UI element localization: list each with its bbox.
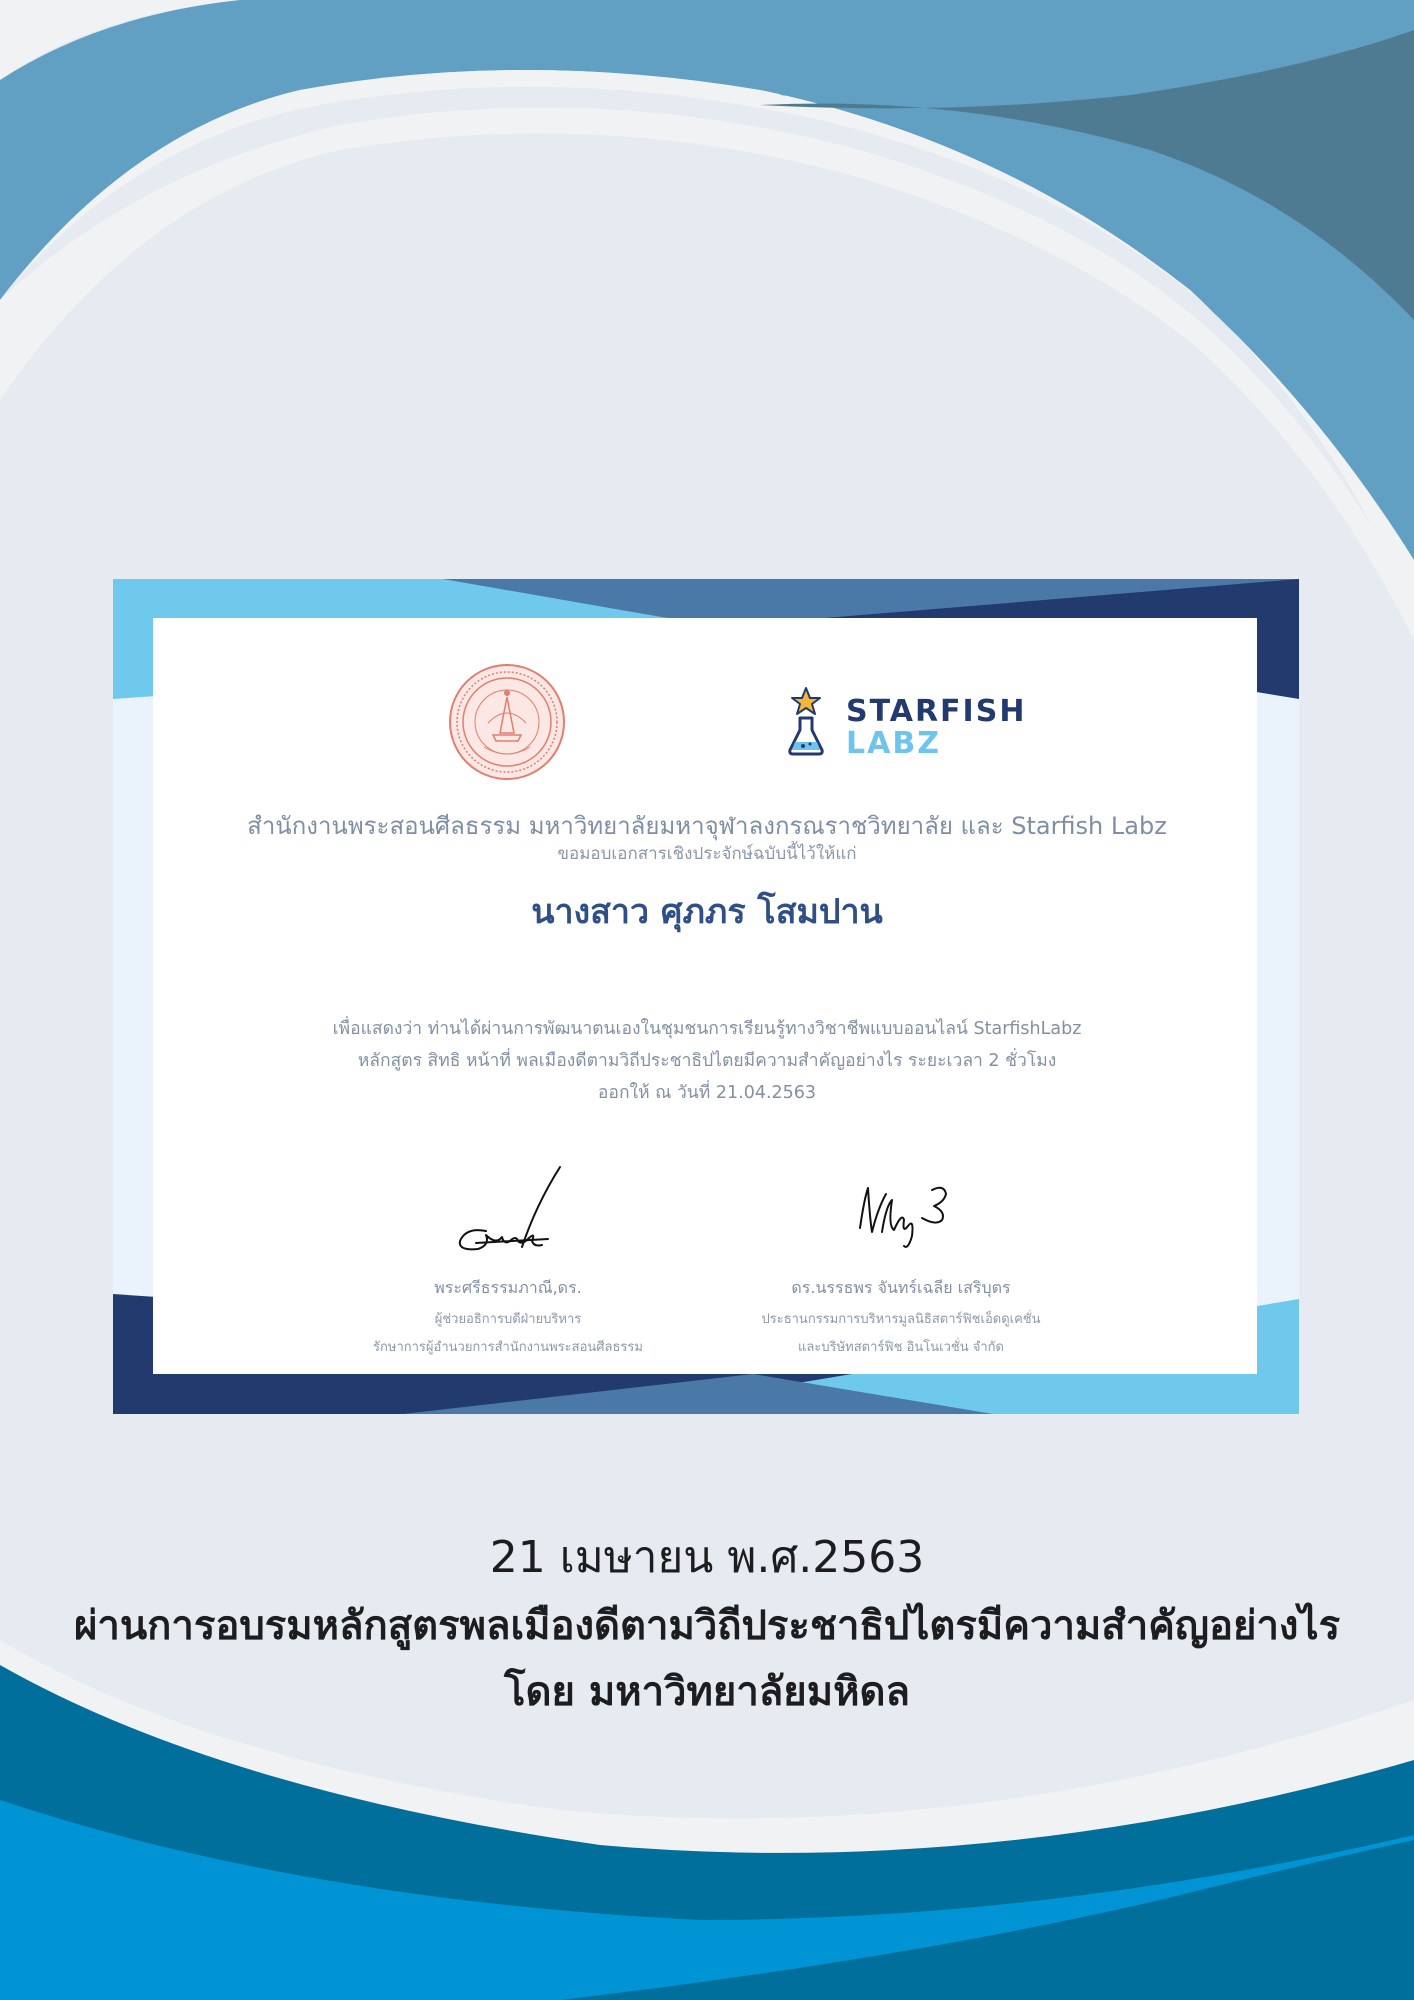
signatory-role: และบริษัทสตาร์ฟิช อินโนเวชั่น จำกัด bbox=[798, 1340, 1004, 1355]
signature-2 bbox=[859, 1186, 947, 1248]
signatory-role: ประธานกรรมการบริหารมูลนิธิสตาร์ฟิชเอ็ดดู… bbox=[761, 1312, 1041, 1327]
signatory-name: พระศรีธรรมภาณี,ดร. bbox=[434, 1278, 582, 1297]
starfish-flask-icon bbox=[788, 687, 824, 756]
certificate-panel bbox=[153, 618, 1257, 1374]
certificate-body-line: เพื่อแสดงว่า ท่านได้ผ่านการพัฒนาตนเองในช… bbox=[332, 1019, 1082, 1039]
signatory-2: ดร.นรรธพร จันทร์เฉลีย เสริบุตร ประธานกรร… bbox=[748, 1276, 1054, 1357]
university-seal-icon bbox=[449, 664, 565, 780]
signature-1 bbox=[458, 1166, 561, 1251]
certificate-body-line: หลักสูตร สิทธิ หน้าที่ พลเมืองดีตามวิถีป… bbox=[357, 1051, 1057, 1071]
caption-date: 21 เมษายน พ.ศ.2563 bbox=[489, 1532, 925, 1583]
wordmark-line2: LABZ bbox=[846, 726, 941, 761]
signatory-role: ผู้ช่วยอธิการบดีฝ่ายบริหาร bbox=[434, 1312, 582, 1327]
certificate-issue-date: ออกให้ ณ วันที่ 21.04.2563 bbox=[597, 1083, 817, 1103]
signatory-name: ดร.นรรธพร จันทร์เฉลีย เสริบุตร bbox=[791, 1278, 1011, 1297]
caption-course: ผ่านการอบรมหลักสูตรพลเมืองดีตามวิถีประชา… bbox=[73, 1603, 1341, 1649]
certificate bbox=[113, 579, 1299, 1414]
signatory-1: พระศรีธรรมภาณี,ดร. ผู้ช่วยอธิการบดีฝ่ายบ… bbox=[358, 1276, 658, 1357]
presents-line: ขอมอบเอกสารเชิงประจักษ์ฉบับนี้ไว้ให้แก่ bbox=[557, 844, 857, 864]
caption-provider: โดย มหาวิทยาลัยมหิดล bbox=[504, 1669, 910, 1715]
starfish-labz-wordmark: STARFISH LABZ bbox=[846, 697, 1026, 759]
wordmark-line1: STARFISH bbox=[846, 694, 1027, 729]
signatory-role: รักษาการผู้อำนวยการสำนักงานพระสอนศีลธรรม bbox=[373, 1340, 643, 1355]
recipient-name: นางสาว ศุภภร โสมปาน bbox=[531, 892, 883, 932]
